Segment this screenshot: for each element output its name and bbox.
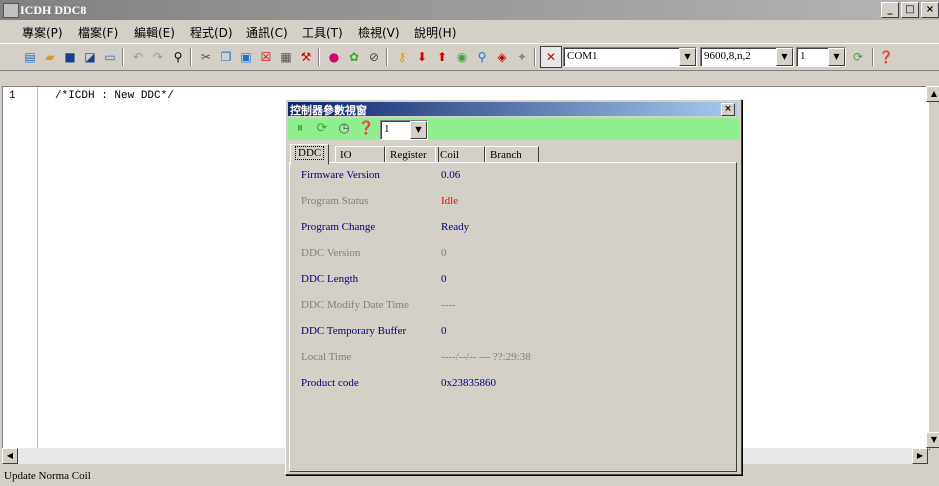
menu-edit[interactable]: 編輯(E) <box>134 24 175 41</box>
title-bar: ICDH DDC8 _ □ × <box>0 0 939 20</box>
window-title: ICDH DDC8 <box>20 3 87 17</box>
undo-icon[interactable]: ↶ <box>130 49 146 65</box>
pause-icon[interactable]: ⏸ <box>292 121 308 137</box>
window-icon[interactable]: ▭ <box>102 49 118 65</box>
param-value: Idle <box>441 195 459 207</box>
menu-bar: 專案(P) 檔案(F) 編輯(E) 程式(D) 通訊(C) 工具(T) 檢視(V… <box>0 21 939 41</box>
com-port-select[interactable]: COM1 ▼ <box>563 47 697 67</box>
tool-icon[interactable]: ⚒ <box>298 49 314 65</box>
menu-communication[interactable]: 通訊(C) <box>246 24 288 41</box>
chevron-down-icon[interactable]: ▼ <box>828 48 845 66</box>
scroll-up-icon[interactable]: ▲ <box>926 86 939 102</box>
param-value: 0 <box>441 247 447 259</box>
chevron-down-icon[interactable]: ▼ <box>776 48 793 66</box>
upload-icon[interactable]: ⬆ <box>434 49 450 65</box>
new-file-icon[interactable]: ▤ <box>22 49 38 65</box>
menu-program[interactable]: 程式(D) <box>190 24 233 41</box>
code-line[interactable]: /*ICDH : New DDC*/ <box>55 90 174 102</box>
param-label: Program Status <box>301 195 369 207</box>
chevron-down-icon[interactable]: ▼ <box>410 121 427 139</box>
param-label: DDC Version <box>301 247 361 259</box>
menu-tools[interactable]: 工具(T) <box>302 24 343 41</box>
param-label: Product code <box>301 377 359 389</box>
app-icon <box>3 3 19 18</box>
dialog-title: 控制器參數視窗 <box>290 104 367 117</box>
controller-parameter-window: 控制器參數視窗 × ⏸ ⟳ ◷ ❓ 1 ▼ DDC IO Register Co… <box>285 99 742 475</box>
dialog-toolbar: ⏸ ⟳ ◷ ❓ 1 ▼ <box>288 118 739 140</box>
minimize-button[interactable]: _ <box>881 2 899 18</box>
build-icon[interactable]: ✿ <box>346 49 362 65</box>
tab-strip: DDC IO Register Coil Branch <box>290 144 737 165</box>
copy-icon[interactable]: ❐ <box>218 49 234 65</box>
key-icon[interactable]: ⚷ <box>394 49 410 65</box>
scroll-right-icon[interactable]: ▶ <box>912 448 928 464</box>
save-icon[interactable]: ■ <box>62 49 78 65</box>
dialog-title-bar[interactable]: 控制器參數視窗 × <box>288 102 737 117</box>
info-icon[interactable]: ❓ <box>358 121 374 137</box>
monitor-icon[interactable]: ⚲ <box>474 49 490 65</box>
param-value: 0 <box>441 325 447 337</box>
close-button[interactable]: × <box>921 2 939 18</box>
param-label: DDC Length <box>301 273 359 285</box>
help-icon[interactable]: ❓ <box>878 49 894 65</box>
dialog-close-button[interactable]: × <box>721 103 735 116</box>
station-select[interactable]: 1 ▼ <box>796 47 846 67</box>
param-label: Firmware Version <box>301 169 380 181</box>
baud-rate-value: 9600,8,n,2 <box>704 50 751 62</box>
paste-icon[interactable]: ▣ <box>238 49 254 65</box>
param-value: 0 <box>441 273 447 285</box>
menu-view[interactable]: 檢視(V) <box>358 24 400 41</box>
save-as-icon[interactable]: ◪ <box>82 49 98 65</box>
ddc-parameter-panel: Firmware Version 0.06 Program Status Idle … <box>289 162 737 472</box>
param-value: ----/--/-- --- ??:29:38 <box>441 351 531 363</box>
param-value: 0.06 <box>441 169 461 181</box>
redo-icon[interactable]: ↷ <box>150 49 166 65</box>
menu-file[interactable]: 檔案(F) <box>78 24 118 41</box>
scroll-left-icon[interactable]: ◀ <box>2 448 18 464</box>
scroll-down-icon[interactable]: ▼ <box>926 432 939 448</box>
connect-tool-icon[interactable]: ✕ <box>540 46 562 68</box>
dialog-station-select[interactable]: 1 ▼ <box>380 120 428 140</box>
download-icon[interactable]: ⬇ <box>414 49 430 65</box>
main-toolbar: ▤ ▰ ■ ◪ ▭ ↶ ↷ ⚲ ✂ ❐ ▣ ☒ ▦ ⚒ ● ✿ ⊘ ⚷ ⬇ ⬆ … <box>0 43 939 71</box>
param-value: Ready <box>441 221 470 233</box>
line-number-gutter: 1 <box>3 87 38 449</box>
clear-icon[interactable]: ⊘ <box>366 49 382 65</box>
refresh-icon[interactable]: ⟳ <box>314 121 330 137</box>
com-port-value: COM1 <box>567 50 598 62</box>
clock-icon[interactable]: ◷ <box>336 121 352 137</box>
cut-icon[interactable]: ✂ <box>198 49 214 65</box>
param-label: Program Change <box>301 221 376 233</box>
open-folder-icon[interactable]: ▰ <box>42 49 58 65</box>
baud-rate-select[interactable]: 9600,8,n,2 ▼ <box>700 47 794 67</box>
menu-help[interactable]: 說明(H) <box>414 24 456 41</box>
dialog-station-value: 1 <box>384 123 390 135</box>
delete-icon[interactable]: ☒ <box>258 49 274 65</box>
vertical-scrollbar[interactable]: ▲ ▼ <box>926 86 939 448</box>
line-number: 1 <box>9 90 16 102</box>
tab-ddc[interactable]: DDC <box>290 144 330 165</box>
status-text: Update Norma Coil <box>4 470 91 482</box>
erase-icon[interactable]: ◈ <box>494 49 510 65</box>
stop-icon[interactable]: ✦ <box>514 49 530 65</box>
find-icon[interactable]: ⚲ <box>170 49 186 65</box>
param-label: Local Time <box>301 351 352 363</box>
run-icon[interactable]: ◉ <box>454 49 470 65</box>
param-label: DDC Modify Date Time <box>301 299 409 311</box>
param-value: 0x23835860 <box>441 377 496 389</box>
param-label: DDC Temporary Buffer <box>301 325 407 337</box>
compile-icon[interactable]: ● <box>326 49 342 65</box>
document-icon[interactable]: ▦ <box>278 49 294 65</box>
maximize-button[interactable]: □ <box>901 2 919 18</box>
param-value: ---- <box>441 299 456 311</box>
refresh-icon[interactable]: ⟳ <box>850 49 866 65</box>
chevron-down-icon[interactable]: ▼ <box>679 48 696 66</box>
menu-project[interactable]: 專案(P) <box>22 24 63 41</box>
station-value: 1 <box>800 50 806 62</box>
